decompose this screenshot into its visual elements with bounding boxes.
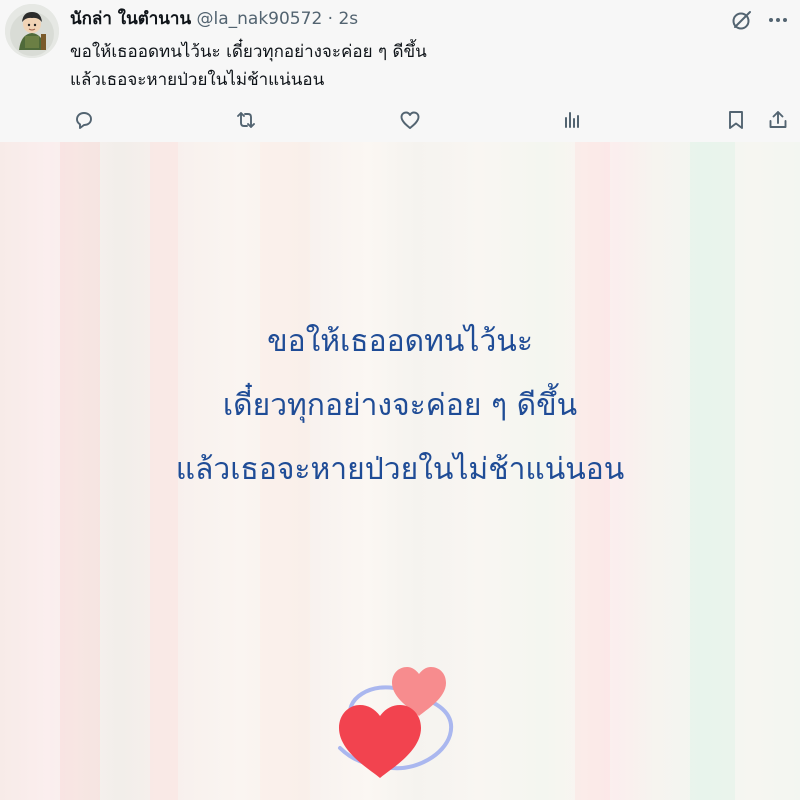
grok-icon[interactable] [728, 6, 756, 34]
quote-line: เดี๋ยวทุกอย่างจะค่อย ๆ ดีขึ้น [222, 388, 578, 423]
two-hearts-icon [338, 667, 454, 778]
post-text-line: ขอให้เธออดทนไว้นะ เดี๋ยวทุกอย่างจะค่อย ๆ… [70, 42, 427, 62]
post-meta: นักล่า ในตำนาน @la_nak90572 · 2s [70, 7, 358, 31]
quote-text: ขอให้เธออดทนไว้นะ เดี๋ยวทุกอย่างจะค่อย ๆ… [0, 310, 800, 502]
user-handle[interactable]: @la_nak90572 [197, 9, 323, 29]
display-name[interactable]: นักล่า ในตำนาน [70, 9, 191, 29]
views-icon[interactable] [558, 106, 586, 134]
share-icon[interactable] [764, 106, 792, 134]
more-icon[interactable] [764, 6, 792, 34]
post-text: ขอให้เธออดทนไว้นะ เดี๋ยวทุกอย่างจะค่อย ๆ… [70, 38, 710, 94]
reply-icon[interactable] [70, 106, 98, 134]
action-bar [0, 106, 800, 136]
post-header: นักล่า ในตำนาน @la_nak90572 · 2s ขอให้เธ… [0, 0, 800, 142]
quote-line: ขอให้เธออดทนไว้นะ [267, 324, 533, 359]
post-time[interactable]: 2s [338, 9, 358, 29]
post-text-line: แล้วเธอจะหายป่วยในไม่ช้าแน่นอน [70, 70, 325, 90]
meta-separator: · [327, 9, 334, 29]
repost-icon[interactable] [232, 106, 260, 134]
bookmark-icon[interactable] [722, 106, 750, 134]
avatar-image [5, 4, 59, 58]
avatar[interactable] [5, 4, 59, 58]
like-icon[interactable] [396, 106, 424, 134]
post-media-image[interactable]: ขอให้เธออดทนไว้นะ เดี๋ยวทุกอย่างจะค่อย ๆ… [0, 142, 800, 800]
quote-line: แล้วเธอจะหายป่วยในไม่ช้าแน่นอน [175, 452, 625, 487]
